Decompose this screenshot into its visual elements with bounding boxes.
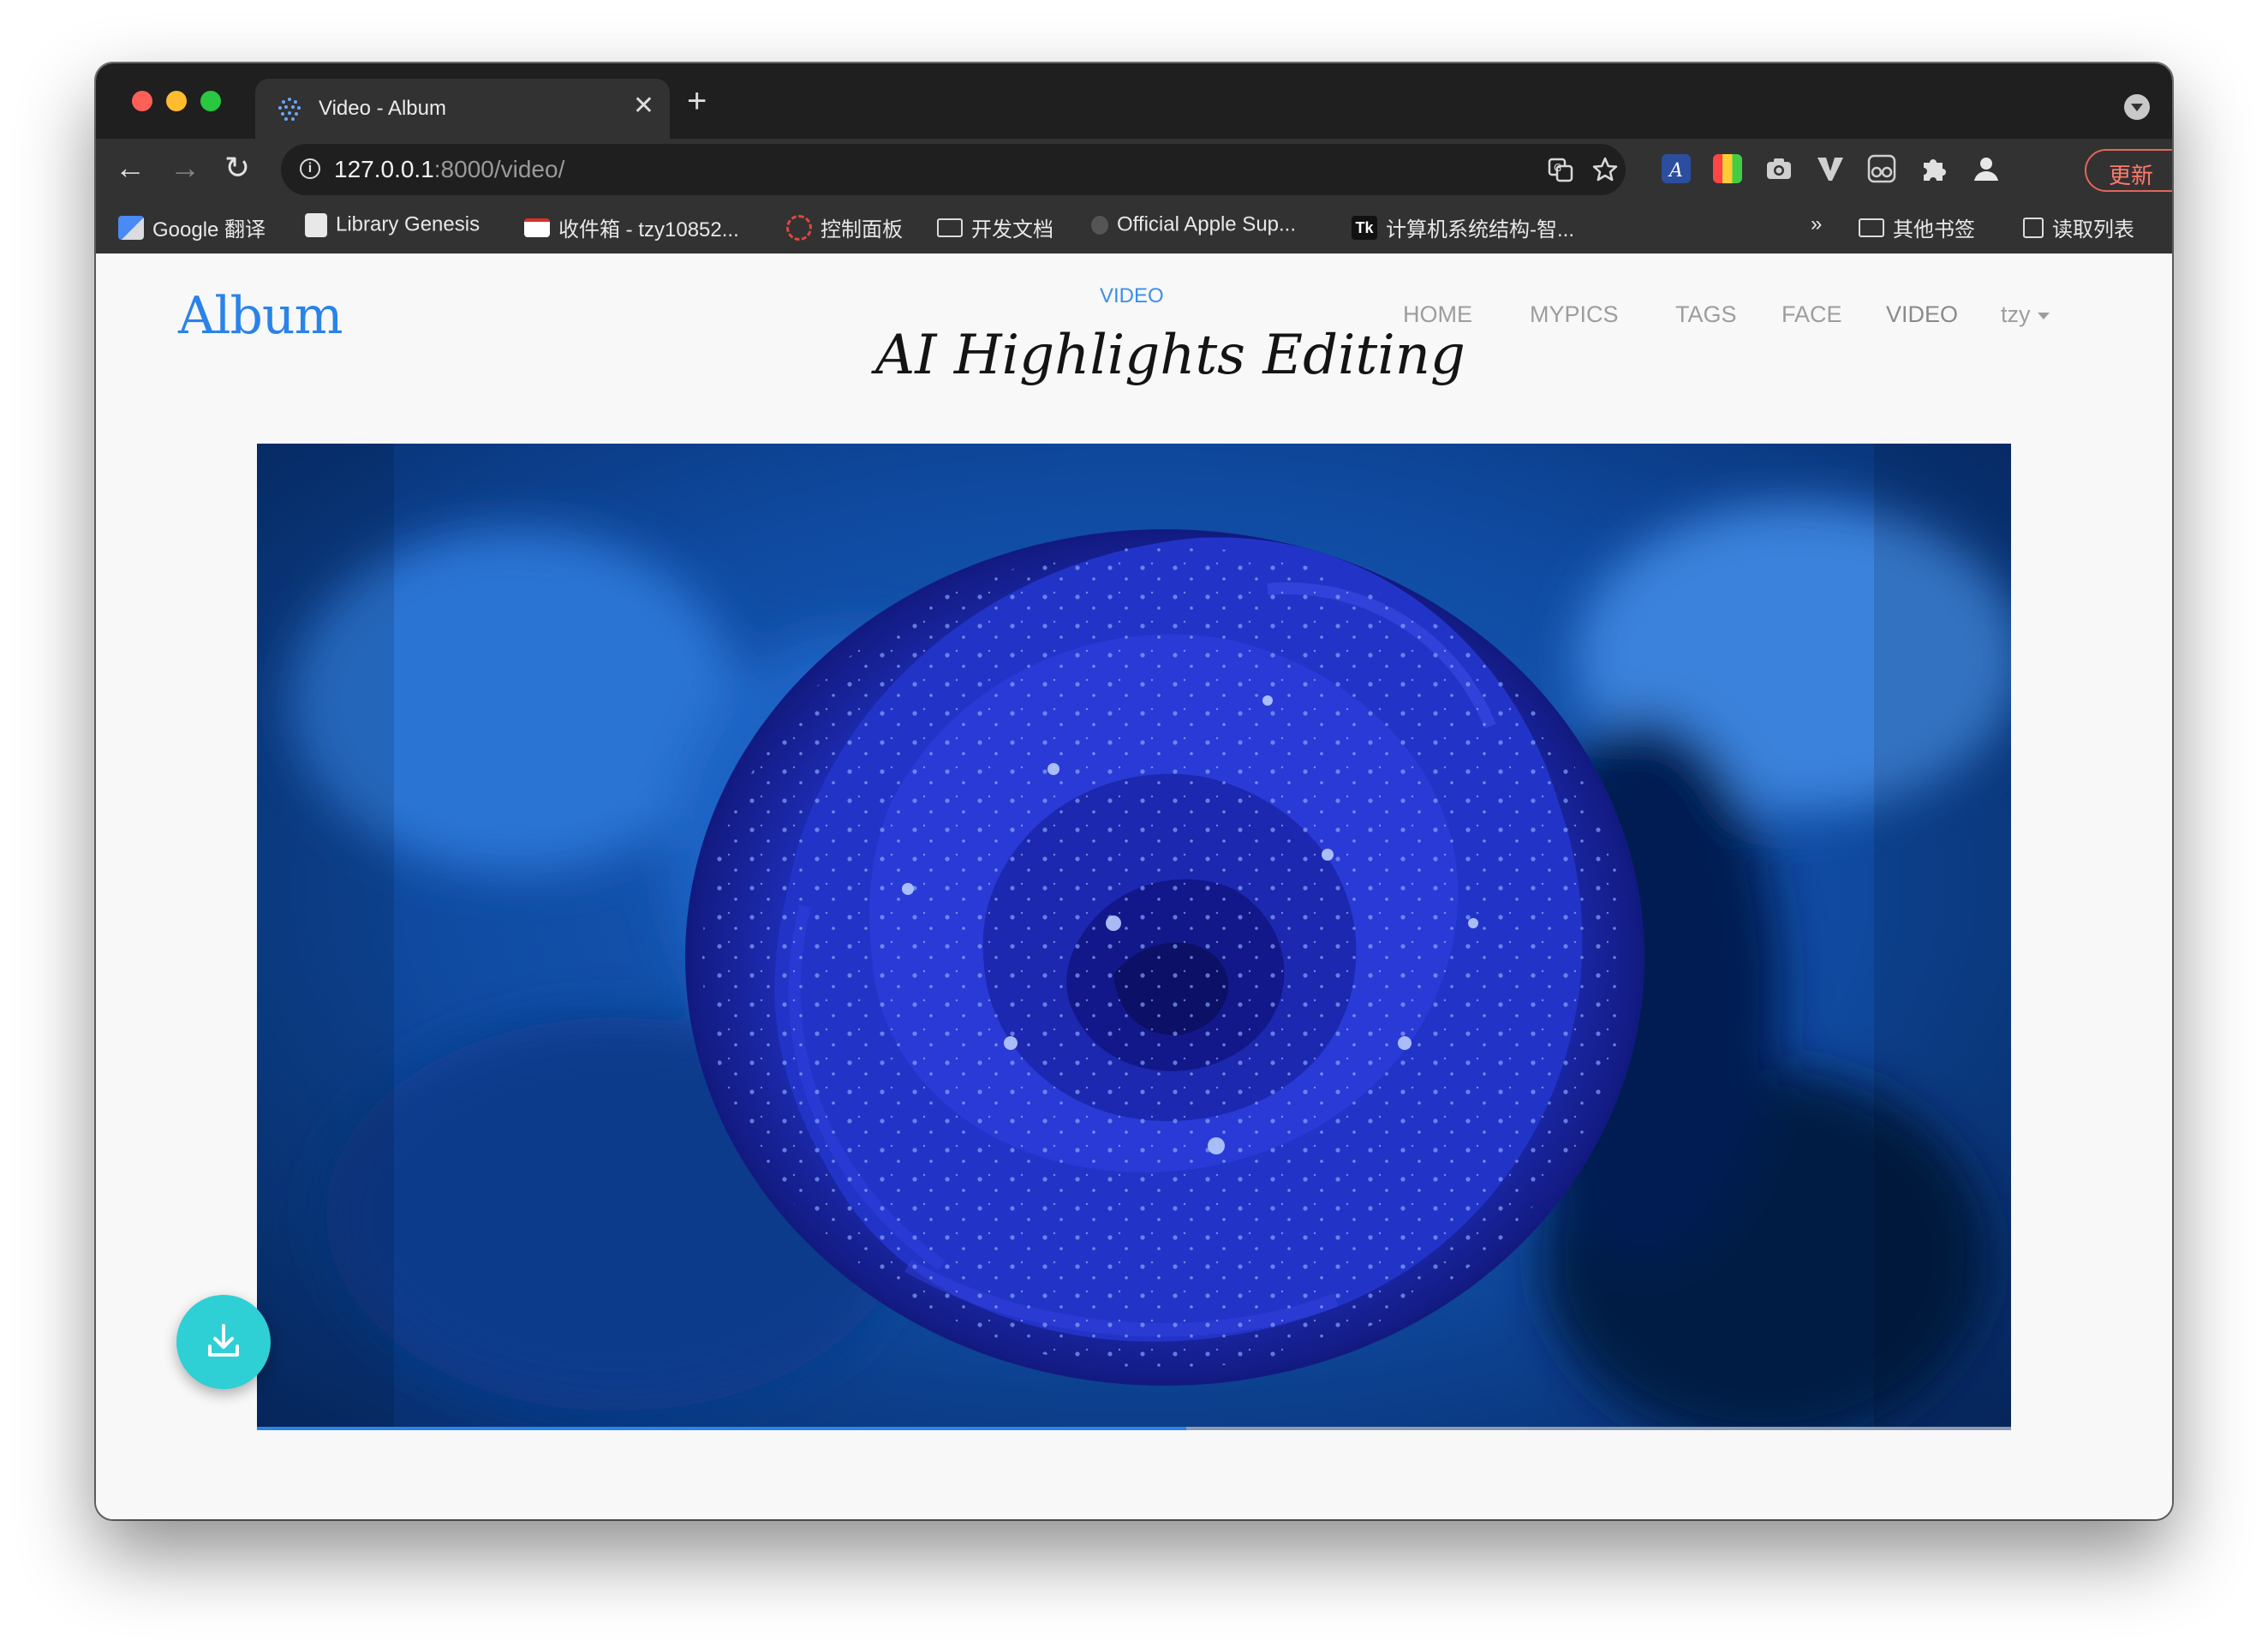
glasses-ext-icon[interactable] <box>1867 154 1896 183</box>
bookmark-label: Library Genesis <box>336 212 480 236</box>
nav-mypics[interactable]: MYPICS <box>1530 301 1619 328</box>
section-label: VIDEO <box>1100 284 1164 307</box>
bookmark-dev-docs[interactable]: 开发文档 <box>937 212 1053 242</box>
nav-tags[interactable]: TAGS <box>1675 301 1737 328</box>
tab-search-icon[interactable] <box>2124 94 2150 120</box>
tab-video-album[interactable]: Video - Album ✕ <box>255 79 670 139</box>
reading-list-button[interactable]: 读取列表 <box>2023 212 2134 242</box>
bookmark-library-genesis[interactable]: Library Genesis <box>305 212 480 240</box>
bookmark-label: 计算机系统结构-智... <box>1386 218 1574 242</box>
bookmark-label: Google 翻译 <box>152 218 266 242</box>
bookmark-apple-support[interactable]: Official Apple Sup... <box>1091 212 1296 240</box>
update-button-label: 更新 <box>2109 163 2154 188</box>
url-host: 127.0.0.1 <box>334 156 434 182</box>
bookmark-label: 读取列表 <box>2052 218 2134 242</box>
caret-down-icon <box>2037 312 2050 319</box>
reading-list-icon <box>2023 217 2044 238</box>
bookmark-gmail-inbox[interactable]: 收件箱 - tzy10852... <box>524 212 739 242</box>
bookmark-label: 收件箱 - tzy10852... <box>558 218 739 242</box>
tab-title: Video - Album <box>319 97 446 120</box>
video-progress-fill <box>257 1427 1187 1430</box>
control-panel-icon <box>786 214 812 241</box>
bookmark-star-icon[interactable] <box>1591 156 1619 183</box>
v-ext-icon[interactable] <box>1816 154 1845 183</box>
forward-button[interactable]: → <box>170 151 200 185</box>
site-info-icon[interactable]: i <box>300 158 320 179</box>
nav-home[interactable]: HOME <box>1403 301 1472 328</box>
download-button[interactable] <box>176 1295 271 1389</box>
browser-window: Video - Album ✕ + ← → ↻ i 127.0.0.1:8000… <box>96 63 2172 1519</box>
folder-icon <box>937 218 963 237</box>
svg-text:A: A <box>1668 160 1683 182</box>
bookmarks-bar: Google 翻译 Library Genesis 收件箱 - tzy10852… <box>96 200 2172 254</box>
apple-icon <box>1091 215 1108 235</box>
color-ext-icon[interactable] <box>1713 154 1742 183</box>
nav-video[interactable]: VIDEO <box>1886 301 1958 328</box>
new-tab-button[interactable]: + <box>687 82 707 120</box>
bookmarks-overflow-button[interactable]: » <box>1811 212 1822 240</box>
bookmark-label: Official Apple Sup... <box>1117 212 1297 236</box>
user-menu-toggle[interactable]: tzy <box>2001 301 2050 328</box>
site-logo[interactable]: Album <box>178 286 343 346</box>
camera-ext-icon[interactable] <box>1764 154 1794 183</box>
video-progress-bar[interactable] <box>257 1427 2011 1430</box>
album-favicon-icon <box>278 98 301 121</box>
translate-icon[interactable]: G <box>1547 156 1574 183</box>
gmail-icon <box>524 218 550 237</box>
page-title: AI Highlights Editing <box>875 324 1465 387</box>
library-icon <box>305 212 327 237</box>
google-translate-icon <box>118 215 144 240</box>
url-text[interactable]: 127.0.0.1:8000/video/ <box>334 156 564 183</box>
bookmark-google-translate[interactable]: Google 翻译 <box>118 212 266 242</box>
text-ext-icon[interactable]: A <box>1662 154 1691 183</box>
close-tab-icon[interactable]: ✕ <box>633 91 654 121</box>
svg-text:G: G <box>1554 162 1561 174</box>
update-button[interactable]: 更新 ⋮ <box>2085 149 2172 192</box>
bookmark-label: 开发文档 <box>971 218 1053 242</box>
bookmark-computer-architecture[interactable]: Tk 计算机系统结构-智... <box>1352 212 1574 242</box>
puzzle-extensions-icon[interactable] <box>1919 154 1948 183</box>
nav-face[interactable]: FACE <box>1782 301 1842 328</box>
url-path: :8000/video/ <box>433 156 565 182</box>
tk-icon: Tk <box>1352 215 1377 240</box>
page-content: Album VIDEO AI Highlights Editing HOME M… <box>96 253 2172 1519</box>
video-player[interactable] <box>257 444 2011 1430</box>
folder-icon <box>1859 218 1884 237</box>
minimize-window-button[interactable] <box>166 91 187 111</box>
tab-strip: Video - Album ✕ + <box>96 63 2172 139</box>
address-bar[interactable]: i 127.0.0.1:8000/video/ G <box>281 144 1626 195</box>
close-window-button[interactable] <box>132 91 152 111</box>
download-icon <box>208 1324 239 1357</box>
bookmark-label: 控制面板 <box>821 218 903 242</box>
browser-toolbar: ← → ↻ i 127.0.0.1:8000/video/ G A 更新 <box>96 139 2172 200</box>
bookmark-label: 其他书签 <box>1893 218 1975 242</box>
reload-button[interactable]: ↻ <box>224 151 250 185</box>
user-name: tzy <box>2001 301 2031 327</box>
chrome-menu-icon[interactable]: ⋮ <box>2164 157 2172 183</box>
video-frame-blue-rose <box>257 444 2011 1430</box>
zoom-window-button[interactable] <box>200 91 221 111</box>
bookmark-control-panel[interactable]: 控制面板 <box>786 212 903 242</box>
bookmark-other[interactable]: 其他书签 <box>1859 212 1975 242</box>
profile-icon[interactable] <box>1972 154 2001 183</box>
back-button[interactable]: ← <box>115 151 146 185</box>
